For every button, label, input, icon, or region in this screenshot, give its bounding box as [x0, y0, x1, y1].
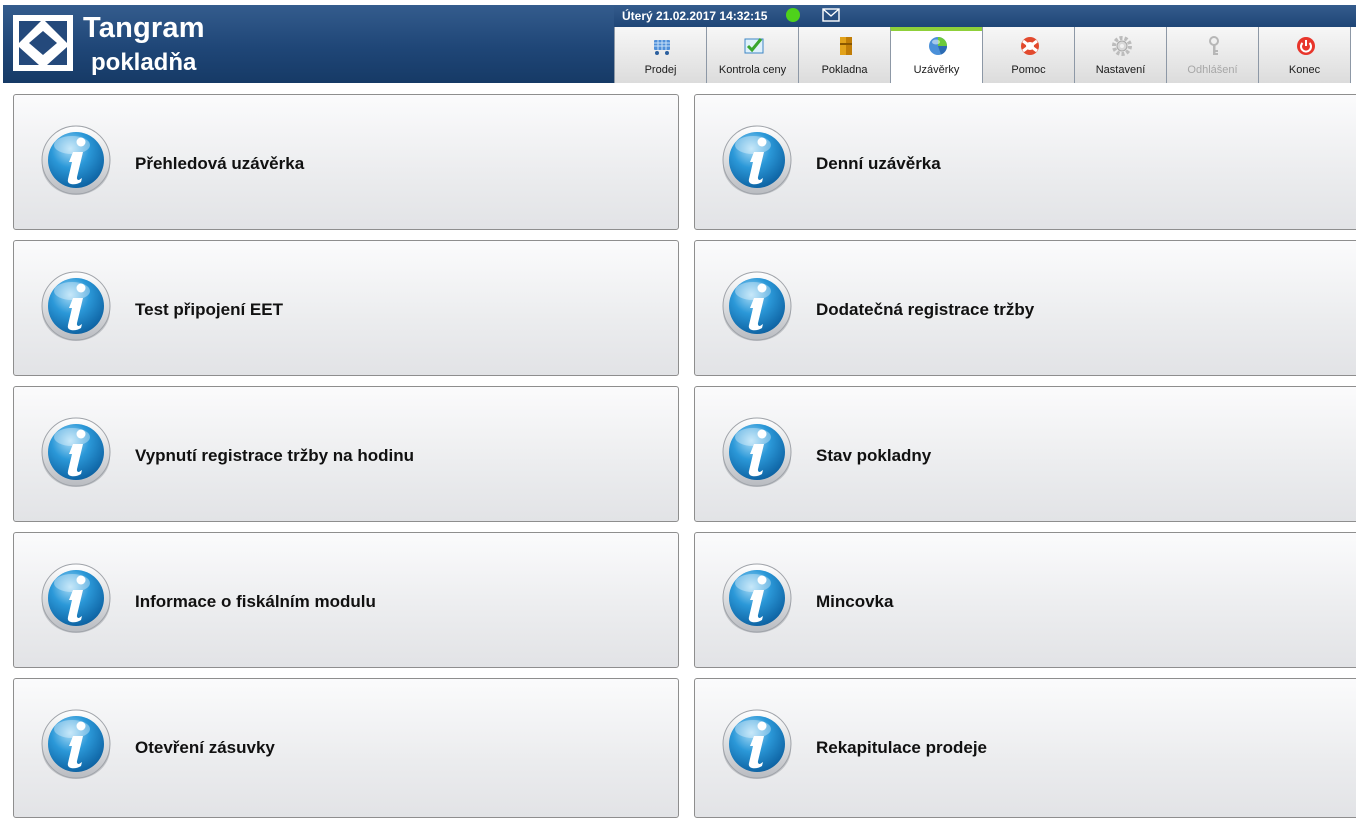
- info-icon: [40, 271, 112, 343]
- info-icon: [721, 271, 793, 343]
- tab-label: Nastavení: [1095, 64, 1146, 76]
- tab-pomoc[interactable]: Pomoc: [982, 27, 1075, 83]
- tab-kontrola-ceny[interactable]: Kontrola ceny: [706, 27, 799, 83]
- power-icon: [1297, 37, 1315, 55]
- prehledova-uzaverka-button[interactable]: Přehledová uzávěrka: [13, 94, 679, 230]
- tile-label: Přehledová uzávěrka: [135, 154, 305, 173]
- app-header: Tangram pokladňa Úterý 21.02.2017 14:32:…: [0, 0, 1356, 86]
- denni-uzaverka-button[interactable]: Denní uzávěrka: [694, 94, 1356, 230]
- tile-label: Vypnutí registrace tržby na hodinu: [135, 446, 414, 465]
- info-icon: [721, 417, 793, 489]
- tab-label: Kontrola ceny: [718, 64, 787, 76]
- tile-label: Informace o fiskálním modulu: [135, 592, 376, 611]
- status-strip: Úterý 21.02.2017 14:32:15: [614, 5, 1356, 27]
- tab-odhlaseni[interactable]: Odhlášení: [1166, 27, 1259, 83]
- tab-label: Uzávěrky: [913, 64, 960, 76]
- key-icon: [1209, 36, 1219, 55]
- brand-bar: Tangram pokladňa: [3, 5, 614, 83]
- gear-icon: [1112, 36, 1132, 56]
- tab-prodej[interactable]: Prodej: [614, 27, 707, 83]
- tile-label: Test připojení EET: [135, 300, 283, 319]
- informace-fiskalni-modul-button[interactable]: Informace o fiskálním modulu: [13, 532, 679, 668]
- info-icon: [721, 709, 793, 781]
- tab-label: Pomoc: [1011, 64, 1046, 76]
- info-icon: [721, 563, 793, 635]
- tab-label: Odhlášení: [1187, 64, 1238, 76]
- tab-label: Konec: [1288, 64, 1321, 76]
- tab-uzaverky[interactable]: Uzávěrky: [890, 27, 983, 83]
- vypnuti-registrace-trzby-button[interactable]: Vypnutí registrace tržby na hodinu: [13, 386, 679, 522]
- info-icon: [40, 417, 112, 489]
- dodatecna-registrace-trzby-button[interactable]: Dodatečná registrace tržby: [694, 240, 1356, 376]
- info-icon: [40, 709, 112, 781]
- tile-label: Dodatečná registrace tržby: [816, 300, 1035, 319]
- lifebuoy-icon: [1021, 37, 1039, 55]
- tile-label: Otevření zásuvky: [135, 738, 275, 757]
- info-icon: [40, 125, 112, 197]
- cash-register-icon: [840, 37, 852, 55]
- mincovka-button[interactable]: Mincovka: [694, 532, 1356, 668]
- test-pripojeni-eet-button[interactable]: Test připojení EET: [13, 240, 679, 376]
- tab-label: Pokladna: [821, 64, 868, 76]
- tab-konec[interactable]: Konec: [1258, 27, 1351, 83]
- datetime: Úterý 21.02.2017 14:32:15: [622, 9, 768, 23]
- tile-label: Denní uzávěrka: [816, 154, 941, 173]
- info-icon: [721, 125, 793, 197]
- app-title: Tangram: [83, 12, 205, 44]
- mail-icon[interactable]: [822, 8, 840, 22]
- tile-label: Mincovka: [816, 592, 894, 611]
- otevreni-zasuvky-button[interactable]: Otevření zásuvky: [13, 678, 679, 818]
- connection-status-icon: [786, 8, 800, 22]
- tab-nastaveni[interactable]: Nastavení: [1074, 27, 1167, 83]
- tile-label: Stav pokladny: [816, 446, 932, 465]
- main-menu: Prodej Kontrola ceny Pokladna Uzávěrky P…: [614, 27, 1356, 83]
- tab-label: Prodej: [644, 64, 677, 76]
- tab-pokladna[interactable]: Pokladna: [798, 27, 891, 83]
- stav-pokladny-button[interactable]: Stav pokladny: [694, 386, 1356, 522]
- pie-chart-icon: [929, 37, 947, 55]
- tangram-logo-icon: [13, 15, 73, 71]
- tile-label: Rekapitulace prodeje: [816, 738, 988, 757]
- app-subtitle: pokladňa: [91, 49, 197, 76]
- info-icon: [40, 563, 112, 635]
- price-check-icon: [744, 38, 764, 54]
- cart-icon: [654, 40, 670, 55]
- rekapitulace-prodeje-button[interactable]: Rekapitulace prodeje: [694, 678, 1356, 818]
